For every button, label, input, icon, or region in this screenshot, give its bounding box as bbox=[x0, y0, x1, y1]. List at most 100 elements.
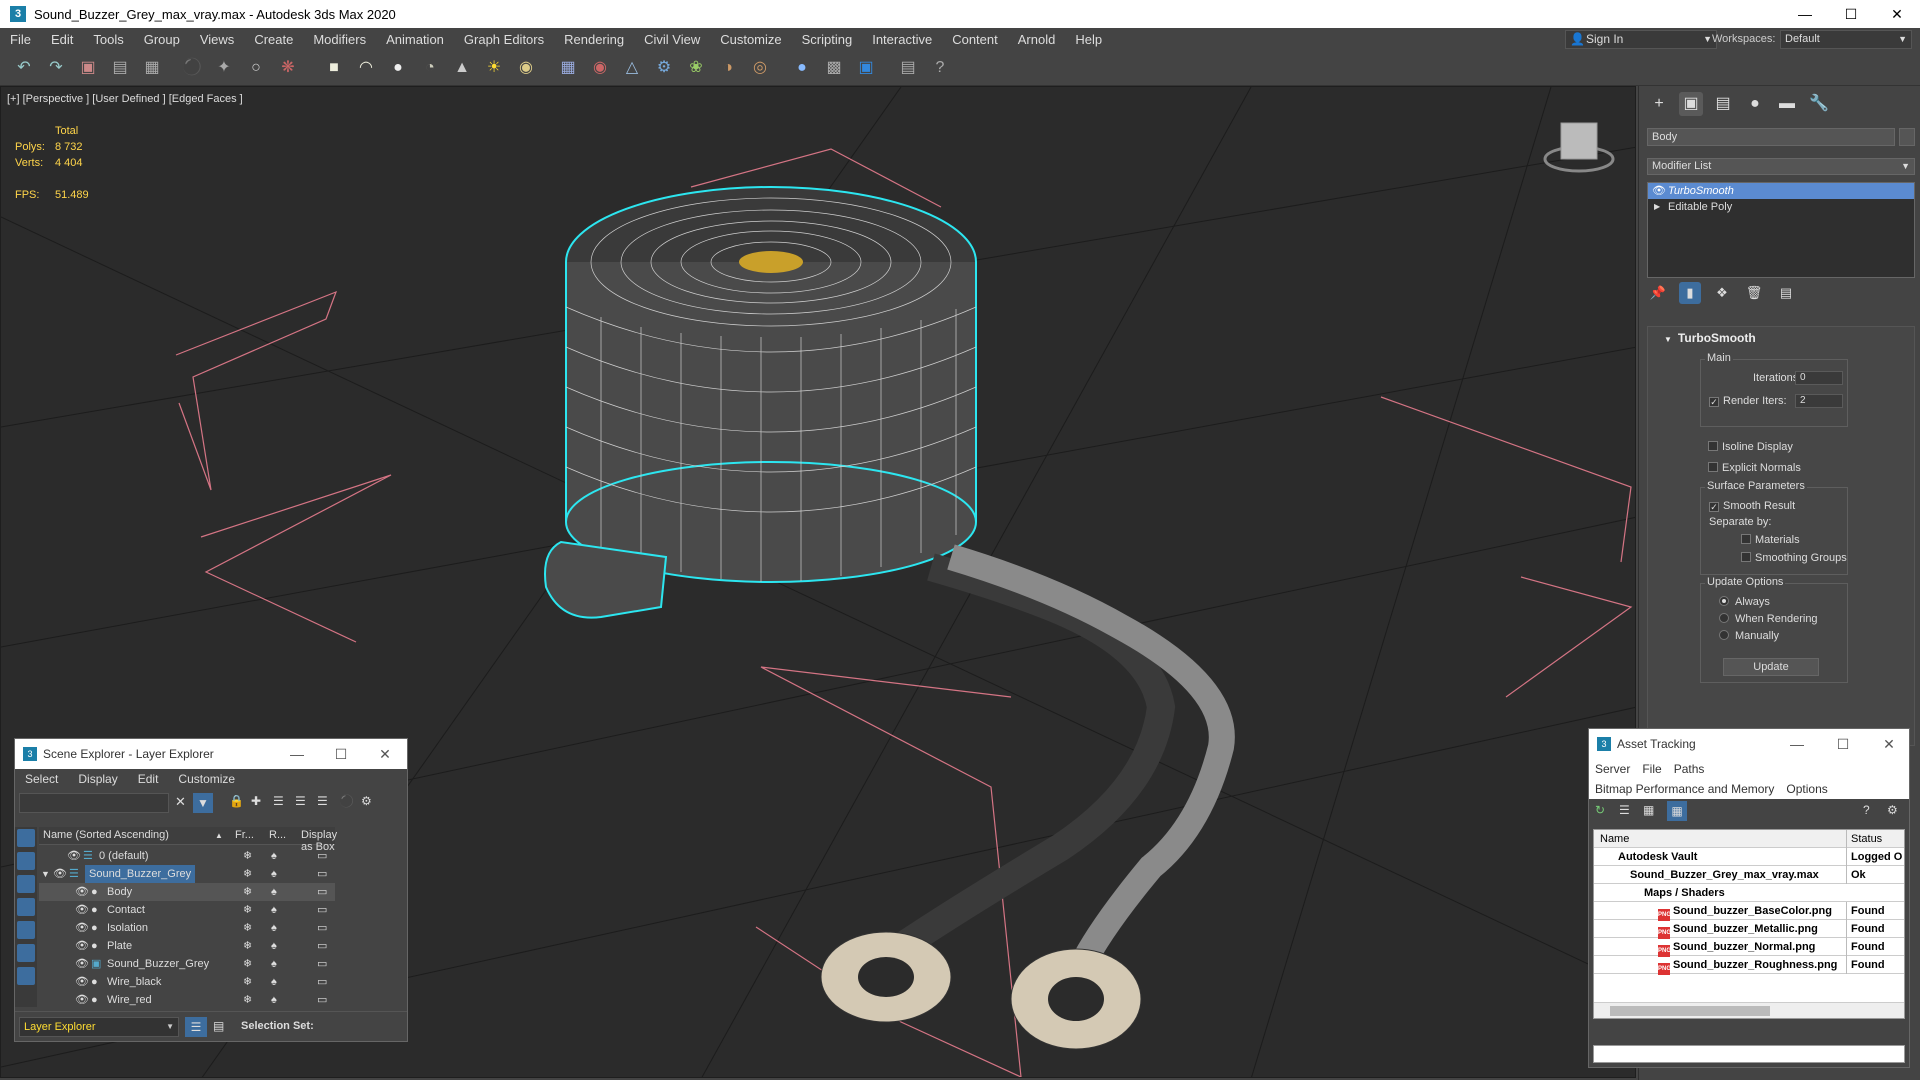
teapot-icon[interactable]: ♠ bbox=[271, 847, 277, 865]
render-setup-icon[interactable]: △ bbox=[620, 56, 644, 80]
menu-animation[interactable]: Animation bbox=[376, 32, 454, 47]
maximize-icon[interactable]: ☐ bbox=[1828, 0, 1874, 28]
asset-row[interactable]: Maps / Shaders bbox=[1594, 884, 1904, 902]
box-icon[interactable]: ▭ bbox=[317, 937, 327, 955]
eye-icon[interactable]: 👁 bbox=[75, 883, 89, 901]
object-row[interactable]: 👁 ● Plate ❄ ♠ ▭ bbox=[39, 937, 335, 955]
teapot-icon[interactable]: ♠ bbox=[271, 973, 277, 991]
object-name-field[interactable]: Body bbox=[1647, 128, 1895, 146]
menu-content[interactable]: Content bbox=[942, 32, 1008, 47]
rollout-title[interactable]: ▼ TurboSmooth bbox=[1648, 327, 1914, 349]
cone-icon[interactable]: ▲ bbox=[450, 56, 474, 80]
box-icon[interactable]: ■ bbox=[322, 56, 346, 80]
teapot-icon[interactable]: ♠ bbox=[271, 991, 277, 1009]
settings-icon[interactable]: ⚙ bbox=[361, 794, 372, 808]
render-iters-spinner[interactable]: 2 bbox=[1795, 394, 1843, 408]
object-row[interactable]: 👁 ● Isolation ❄ ♠ ▭ bbox=[39, 919, 335, 937]
create-icon[interactable]: + bbox=[1647, 92, 1671, 116]
maximize-icon[interactable]: ☐ bbox=[1821, 729, 1865, 759]
box-icon[interactable]: ▭ bbox=[317, 847, 327, 865]
scrollbar-thumb[interactable] bbox=[1610, 1006, 1770, 1016]
teapot-icon[interactable]: ♠ bbox=[271, 937, 277, 955]
materials-row[interactable]: Materials bbox=[1741, 534, 1800, 546]
asset-row[interactable]: PNG Sound_buzzer_Metallic.png Found bbox=[1594, 920, 1904, 939]
asset-row[interactable]: PNG Sound_buzzer_BaseColor.png Found bbox=[1594, 902, 1904, 921]
freeze-icon[interactable]: ❄ bbox=[243, 883, 252, 901]
freeze-icon[interactable]: ❄ bbox=[243, 973, 252, 991]
modify-icon[interactable]: ▣ bbox=[1679, 92, 1703, 116]
menu-interactive[interactable]: Interactive bbox=[862, 32, 942, 47]
menu-customize[interactable]: Customize bbox=[710, 32, 791, 47]
minimize-icon[interactable]: — bbox=[1775, 729, 1819, 759]
freeze-icon[interactable]: ❄ bbox=[243, 865, 252, 883]
stack-item-turbosmooth[interactable]: 👁 TurboSmooth bbox=[1648, 183, 1914, 199]
modifier-list-dropdown[interactable]: Modifier List ▼ bbox=[1647, 158, 1915, 175]
scene-explorer-titlebar[interactable]: 3 Scene Explorer - Layer Explorer — ☐ ✕ bbox=[15, 739, 407, 769]
asset-row[interactable]: PNG Sound_buzzer_Roughness.png Found bbox=[1594, 956, 1904, 975]
layer-explorer-dropdown[interactable]: Layer Explorer ▼ bbox=[19, 1017, 179, 1037]
asset-row[interactable]: Sound_Buzzer_Grey_max_vray.max Ok bbox=[1594, 866, 1904, 884]
teapot-icon[interactable]: ♠ bbox=[271, 883, 277, 901]
sun-icon[interactable]: ☀ bbox=[482, 56, 506, 80]
object-row[interactable]: 👁 ● Body ❄ ♠ ▭ bbox=[39, 883, 335, 901]
box-icon[interactable]: ▭ bbox=[317, 901, 327, 919]
globe-icon[interactable]: ● bbox=[790, 56, 814, 80]
object-row[interactable]: 👁 ▣ Sound_Buzzer_Grey ❄ ♠ ▭ bbox=[39, 955, 335, 973]
new-layer-icon[interactable]: ✚ bbox=[251, 794, 261, 808]
asset-path-field[interactable] bbox=[1593, 1045, 1905, 1063]
display-shapes-icon[interactable] bbox=[17, 852, 35, 870]
rotate-icon[interactable]: ❋ bbox=[276, 56, 300, 80]
light-icon[interactable]: ⚫ bbox=[339, 794, 354, 808]
eye-icon[interactable]: 👁 bbox=[67, 847, 81, 865]
collapse-icon[interactable]: ▼ bbox=[41, 865, 50, 883]
asset-tracking-titlebar[interactable]: 3 Asset Tracking — ☐ ✕ bbox=[1589, 729, 1909, 759]
menu-arnold[interactable]: Arnold bbox=[1008, 32, 1066, 47]
grid-icon[interactable]: ▦ bbox=[556, 56, 580, 80]
freeze-icon[interactable]: ❄ bbox=[243, 955, 252, 973]
eye-icon[interactable]: 👁 bbox=[75, 937, 89, 955]
undo-icon[interactable]: ↶ bbox=[12, 56, 36, 80]
horizontal-scrollbar[interactable] bbox=[1594, 1002, 1904, 1018]
menu-server[interactable]: Server bbox=[1589, 762, 1636, 776]
box-icon[interactable]: ▭ bbox=[317, 865, 327, 883]
lightbulb-icon[interactable]: ⚫ bbox=[180, 56, 204, 80]
explicit-normals-checkbox[interactable] bbox=[1708, 462, 1718, 472]
box-icon[interactable]: ▭ bbox=[317, 991, 327, 1009]
box-icon[interactable]: ▭ bbox=[317, 955, 327, 973]
menu-edit[interactable]: Edit bbox=[41, 32, 83, 47]
isoline-checkbox[interactable] bbox=[1708, 441, 1718, 451]
layers-icon[interactable]: ☰ bbox=[273, 794, 284, 808]
clear-search-icon[interactable]: ✕ bbox=[175, 794, 186, 810]
menu-file[interactable]: File bbox=[0, 32, 41, 47]
table-icon[interactable]: ▦ bbox=[1643, 803, 1654, 817]
close-icon[interactable]: ✕ bbox=[1874, 0, 1920, 28]
menu-paths[interactable]: Paths bbox=[1668, 762, 1711, 776]
freeze-icon[interactable]: ❄ bbox=[243, 901, 252, 919]
eye-icon[interactable]: 👁 bbox=[75, 901, 89, 919]
menu-options[interactable]: Options bbox=[1780, 782, 1833, 796]
menu-scripting[interactable]: Scripting bbox=[792, 32, 863, 47]
menu-file[interactable]: File bbox=[1636, 762, 1667, 776]
lock-icon[interactable]: 🔒 bbox=[229, 794, 244, 808]
stack-icon[interactable]: ☰ bbox=[317, 794, 328, 808]
render-icon[interactable]: ▣ bbox=[854, 56, 878, 80]
hierarchy-icon[interactable]: ▤ bbox=[213, 1019, 224, 1033]
expand-icon[interactable]: ▶ bbox=[1654, 199, 1660, 215]
filter-icon[interactable]: ▼ bbox=[193, 793, 213, 813]
select-icon[interactable]: ✦ bbox=[212, 56, 236, 80]
help-icon[interactable]: ? bbox=[1863, 803, 1870, 817]
manually-radio[interactable] bbox=[1719, 630, 1729, 640]
settings-icon[interactable]: ⚙ bbox=[1887, 803, 1898, 817]
hierarchy-icon[interactable]: ▤ bbox=[1711, 92, 1735, 116]
render-iters-row[interactable]: ✓ Render Iters: bbox=[1709, 395, 1787, 407]
render-iters-checkbox[interactable]: ✓ bbox=[1709, 397, 1719, 407]
eye-icon[interactable]: 👁 bbox=[1652, 183, 1666, 199]
move-icon[interactable]: ○ bbox=[244, 56, 268, 80]
redo-icon[interactable]: ↷ bbox=[44, 56, 68, 80]
make-unique-icon[interactable]: ❖ bbox=[1711, 282, 1733, 304]
display-helpers-icon[interactable] bbox=[17, 921, 35, 939]
menu-help[interactable]: Help bbox=[1065, 32, 1112, 47]
display-cameras-icon[interactable] bbox=[17, 898, 35, 916]
menu-select[interactable]: Select bbox=[15, 772, 68, 786]
iterations-spinner[interactable]: 0 bbox=[1795, 371, 1843, 385]
